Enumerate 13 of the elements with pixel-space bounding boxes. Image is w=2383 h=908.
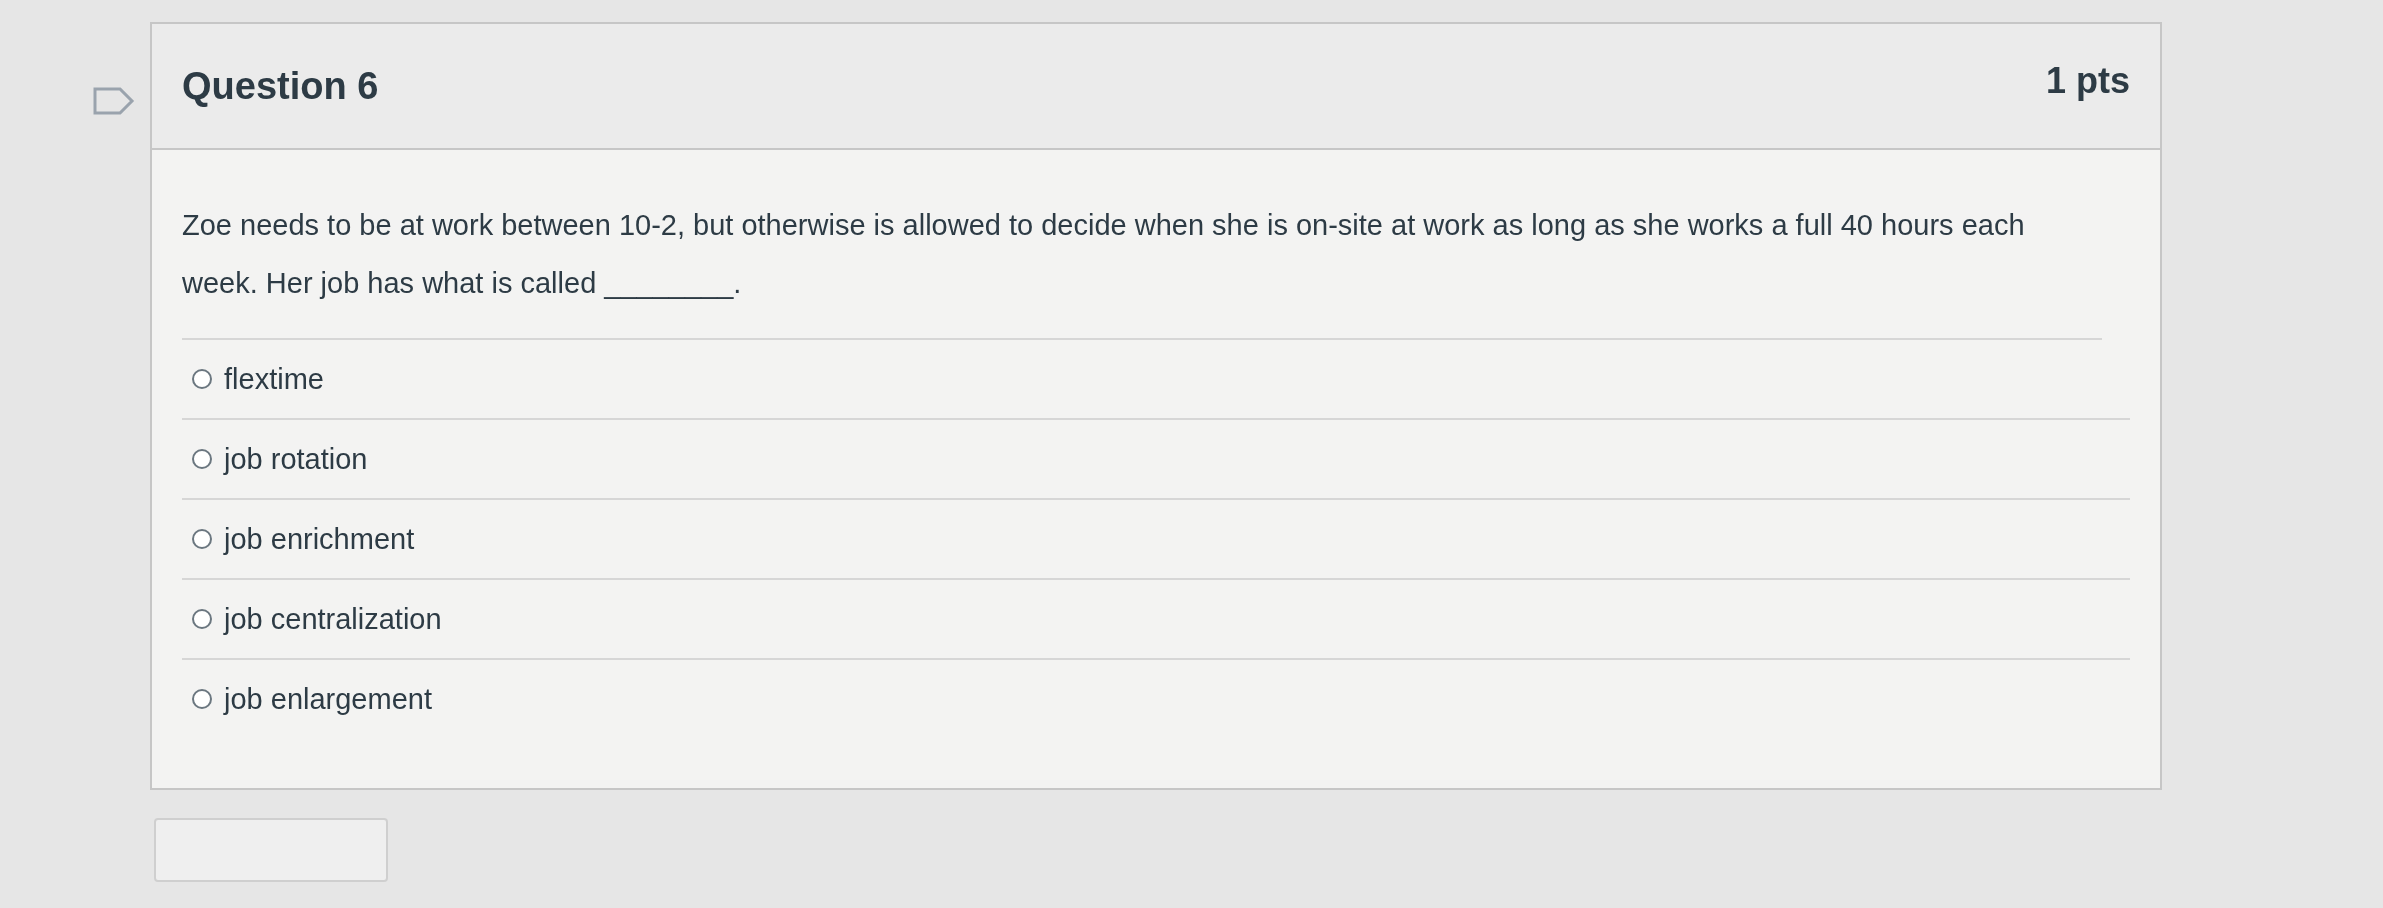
question-title: Question 6 [182, 64, 379, 108]
question-text: Zoe needs to be at work between 10-2, but otherwise is allowed to decide when she is on-site at work as long as she works a full 40 hours each week. Her job has what is called ________. [182, 196, 2102, 340]
option-label[interactable]: flextime [224, 362, 324, 396]
option-label[interactable]: job enrichment [224, 522, 415, 556]
radio-button[interactable] [192, 529, 212, 549]
option-label[interactable]: job centralization [224, 602, 442, 636]
radio-button[interactable] [192, 449, 212, 469]
radio-button[interactable] [192, 609, 212, 629]
option-label[interactable]: job enlargement [224, 682, 432, 716]
radio-button[interactable] [192, 689, 212, 709]
radio-button[interactable] [192, 369, 212, 389]
option-label[interactable]: job rotation [224, 442, 368, 476]
points: 1 pts [2045, 60, 2130, 102]
